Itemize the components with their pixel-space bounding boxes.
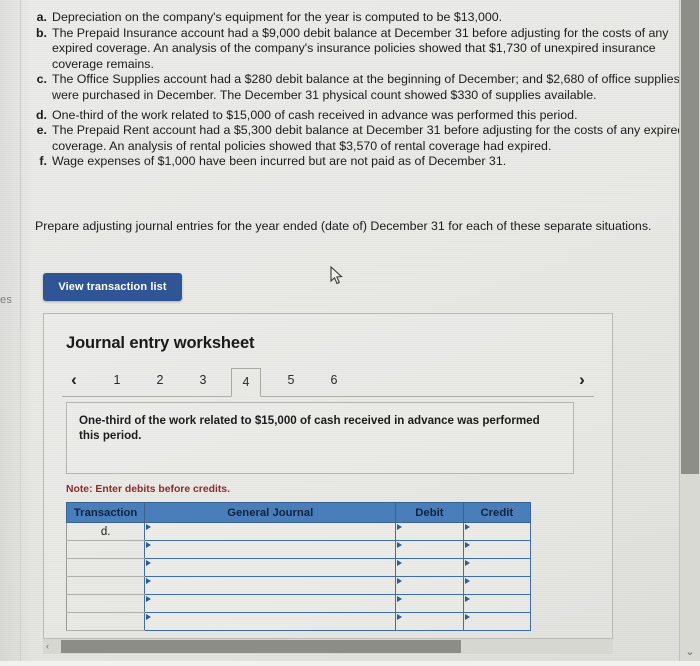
table-row: d.: [65, 522, 532, 541]
list-item: b. The Prepaid Insurance account had a $…: [30, 26, 690, 73]
general-journal-input[interactable]: [144, 594, 397, 613]
list-item: e. The Prepaid Rent account had a $5,300…: [30, 123, 690, 154]
column-header-debit: Debit: [395, 502, 464, 523]
horizontal-scrollbar[interactable]: ‹: [43, 638, 613, 654]
scenario-list: a. Depreciation on the company's equipme…: [30, 10, 690, 170]
scroll-down-icon[interactable]: ⌄: [680, 645, 700, 658]
left-gutter-rule-lower: [20, 330, 21, 666]
instructions-paragraph: Prepare adjusting journal entries for th…: [35, 219, 652, 233]
pager-tab-1[interactable]: 1: [102, 368, 132, 393]
pager-next-icon[interactable]: ›: [572, 369, 592, 391]
debit-input[interactable]: [395, 558, 464, 577]
mouse-cursor-icon: [330, 265, 344, 286]
pager-prev-icon[interactable]: ‹: [64, 369, 84, 391]
journal-entry-worksheet-panel: Journal entry worksheet ‹ 1 2 3 4 5 6 › …: [43, 313, 613, 653]
list-item: c. The Office Supplies account had a $28…: [30, 72, 690, 103]
worksheet-pager: ‹ 1 2 3 4 5 6 ›: [44, 365, 612, 397]
general-journal-input[interactable]: [144, 576, 397, 595]
vertical-scrollbar-thumb[interactable]: [681, 0, 699, 474]
debits-before-credits-note: Note: Enter debits before credits.: [66, 484, 230, 495]
list-item-letter: c.: [36, 72, 47, 87]
general-journal-input[interactable]: [144, 612, 397, 631]
list-item-text: The Office Supplies account had a $280 d…: [52, 72, 680, 102]
list-item-text: Wage expenses of $1,000 have been incurr…: [52, 154, 507, 169]
view-transaction-list-button[interactable]: View transaction list: [43, 273, 182, 301]
pager-tab-2[interactable]: 2: [145, 368, 175, 393]
transaction-label-cell: d.: [65, 522, 145, 541]
table-header-row: Transaction General Journal Debit Credit: [65, 502, 532, 523]
worksheet-title: Journal entry worksheet: [66, 334, 255, 352]
list-item-letter: a.: [36, 10, 47, 24]
transaction-label-cell: [65, 540, 145, 559]
table-row: [65, 594, 532, 613]
list-item: f. Wage expenses of $1,000 have been inc…: [30, 154, 690, 170]
journal-entry-table: Transaction General Journal Debit Credit…: [65, 502, 532, 631]
column-header-credit: Credit: [462, 502, 532, 523]
list-item: d. One-third of the work related to $15,…: [30, 108, 690, 124]
credit-input[interactable]: [462, 522, 532, 541]
transaction-label-cell: [65, 558, 145, 577]
general-journal-input[interactable]: [144, 558, 397, 577]
transaction-label-cell: [65, 612, 145, 631]
scenario-callout-text: One-third of the work related to $15,000…: [79, 414, 540, 442]
screen-page: es a. Depreciation on the company's equi…: [0, 0, 700, 666]
debit-input[interactable]: [395, 576, 464, 595]
list-item-letter: f.: [39, 154, 47, 169]
credit-input[interactable]: [462, 594, 532, 613]
table-row: [65, 540, 532, 559]
horizontal-scrollbar-thumb[interactable]: [61, 640, 461, 653]
list-item-text: The Prepaid Rent account had a $5,300 de…: [52, 123, 685, 153]
credit-input[interactable]: [462, 558, 532, 577]
left-gutter-rule: [20, 0, 21, 330]
credit-input[interactable]: [462, 612, 532, 631]
list-item: a. Depreciation on the company's equipme…: [30, 10, 690, 26]
debit-input[interactable]: [395, 612, 464, 631]
scroll-left-icon[interactable]: ‹: [46, 640, 49, 653]
table-row: [65, 558, 532, 577]
general-journal-input[interactable]: [144, 540, 397, 559]
list-item-text: The Prepaid Insurance account had a $9,0…: [52, 25, 669, 71]
list-item-letter: d.: [35, 107, 47, 122]
list-item-text: Depreciation on the company's equipment …: [52, 10, 503, 24]
list-item-text: One-third of the work related to $15,000…: [52, 107, 578, 122]
list-item-letter: b.: [35, 25, 47, 40]
transaction-label-cell: [65, 594, 145, 613]
pager-baseline: [62, 396, 594, 397]
transaction-label-cell: [65, 576, 145, 595]
pager-tab-4[interactable]: 4: [231, 368, 261, 397]
column-header-general-journal: General Journal: [144, 502, 397, 523]
left-edge-text-fragment: es: [0, 294, 13, 306]
table-row: [65, 612, 532, 631]
pager-tab-6[interactable]: 6: [319, 368, 349, 393]
credit-input[interactable]: [462, 576, 532, 595]
debit-input[interactable]: [395, 594, 464, 613]
vertical-scrollbar[interactable]: ⌄: [679, 0, 700, 666]
credit-input[interactable]: [462, 540, 532, 559]
table-row: [65, 576, 532, 595]
column-header-transaction: Transaction: [65, 502, 146, 523]
debit-input[interactable]: [395, 522, 464, 541]
list-item-letter: e.: [36, 123, 47, 138]
scenario-callout-box: One-third of the work related to $15,000…: [66, 402, 574, 474]
pager-tab-5[interactable]: 5: [276, 368, 306, 393]
general-journal-input[interactable]: [144, 522, 397, 541]
pager-tab-3[interactable]: 3: [188, 368, 218, 393]
bottom-edge-strip: [0, 661, 700, 666]
debit-input[interactable]: [395, 540, 464, 559]
